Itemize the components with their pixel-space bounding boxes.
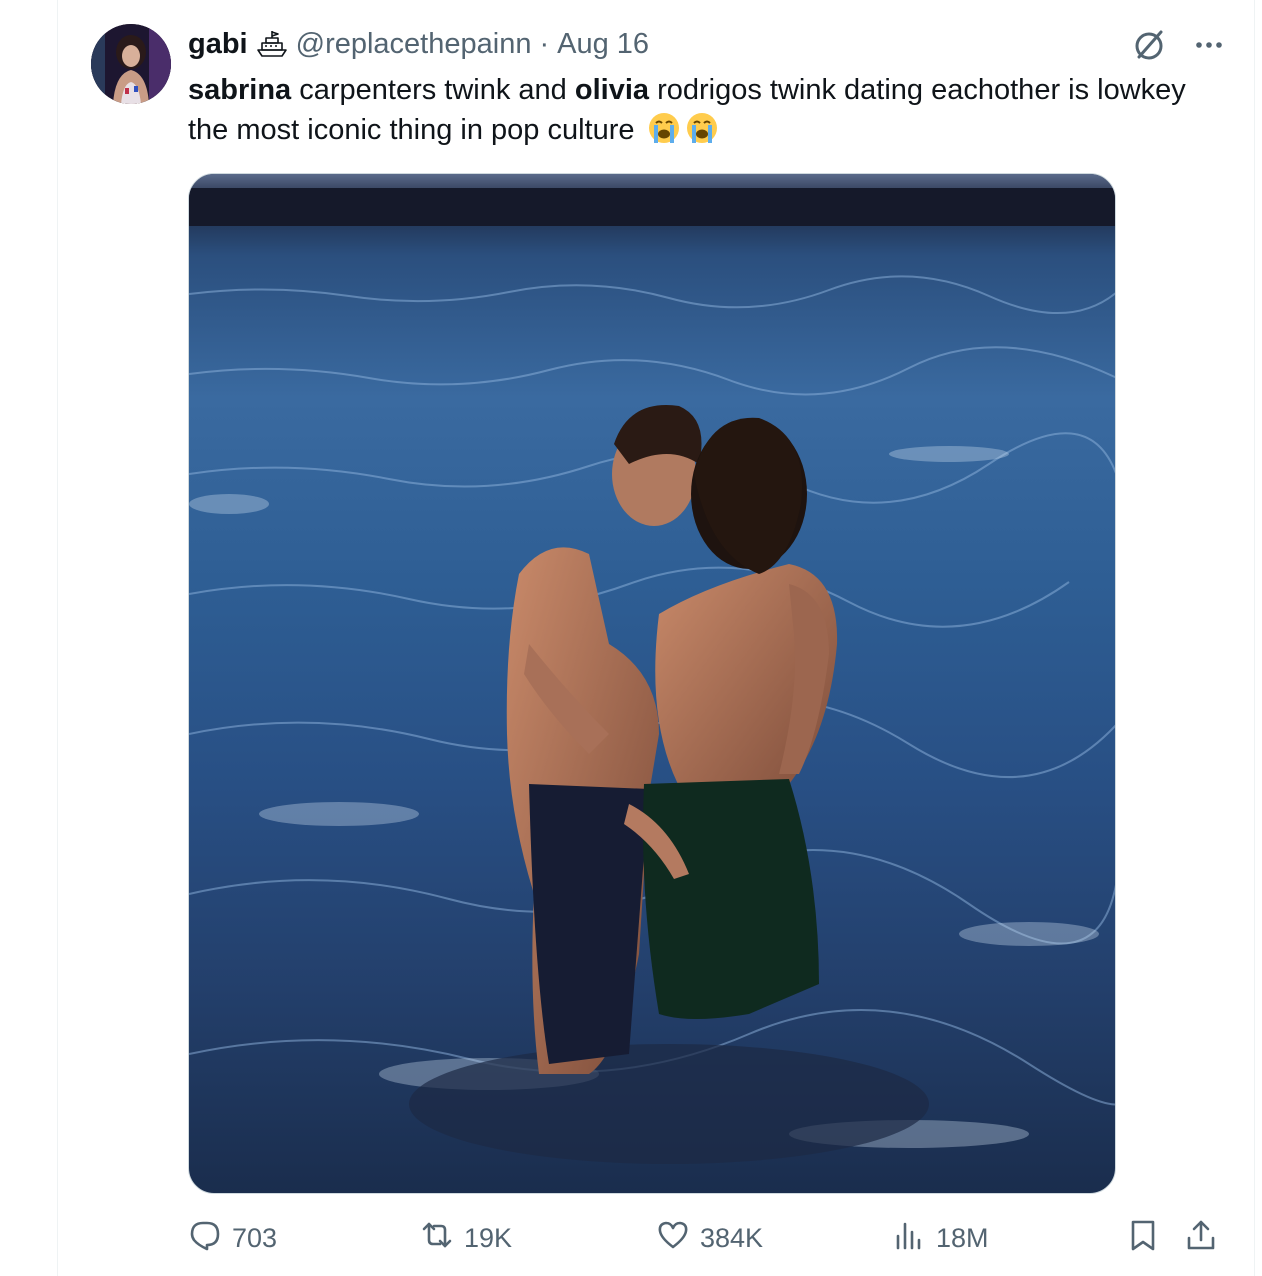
repost-count: 19K bbox=[464, 1223, 513, 1253]
views-icon bbox=[892, 1218, 926, 1259]
repost-button[interactable]: 19K bbox=[420, 1218, 512, 1259]
author-name[interactable]: gabi bbox=[188, 28, 248, 61]
like-button[interactable]: 384K bbox=[656, 1218, 763, 1259]
views-count: 18M bbox=[936, 1223, 989, 1253]
bookmark-icon bbox=[1126, 1218, 1160, 1259]
like-count: 384K bbox=[700, 1223, 764, 1253]
tweet-top-actions bbox=[1130, 26, 1226, 64]
views-button[interactable]: 18M bbox=[892, 1218, 989, 1259]
bold-name-1: sabrina bbox=[188, 74, 292, 106]
ship-icon bbox=[256, 29, 288, 59]
bookmark-button[interactable] bbox=[1126, 1218, 1160, 1259]
reply-count: 703 bbox=[232, 1223, 278, 1253]
timeline-right-border bbox=[1254, 0, 1255, 1276]
repost-icon bbox=[420, 1218, 454, 1259]
text-part-2: carpenters twink and bbox=[291, 74, 575, 106]
grok-icon[interactable] bbox=[1130, 26, 1168, 64]
reply-button[interactable]: 703 bbox=[188, 1218, 277, 1259]
reply-icon bbox=[188, 1218, 222, 1259]
separator-dot: · bbox=[539, 27, 550, 60]
author-handle[interactable]: @replacethepainn bbox=[296, 28, 532, 61]
tweet-header: gabi @replacethepainn · Aug 16 bbox=[188, 26, 649, 62]
more-icon[interactable] bbox=[1192, 28, 1226, 62]
share-button[interactable] bbox=[1184, 1218, 1218, 1259]
tweet-date[interactable]: Aug 16 bbox=[557, 28, 649, 61]
heart-icon bbox=[656, 1218, 690, 1259]
avatar[interactable] bbox=[91, 24, 171, 104]
loudly-crying-face-icon bbox=[685, 111, 719, 145]
tweet-photo[interactable] bbox=[188, 173, 1116, 1194]
tweet-actions: 703 19K 384K 18M bbox=[188, 1218, 1228, 1264]
tweet-text: sabrina carpenters twink and olivia rodr… bbox=[188, 70, 1198, 150]
share-icon bbox=[1184, 1218, 1218, 1259]
timeline-left-border bbox=[57, 0, 58, 1276]
loudly-crying-face-icon bbox=[647, 111, 681, 145]
bold-name-2: olivia bbox=[574, 74, 650, 106]
